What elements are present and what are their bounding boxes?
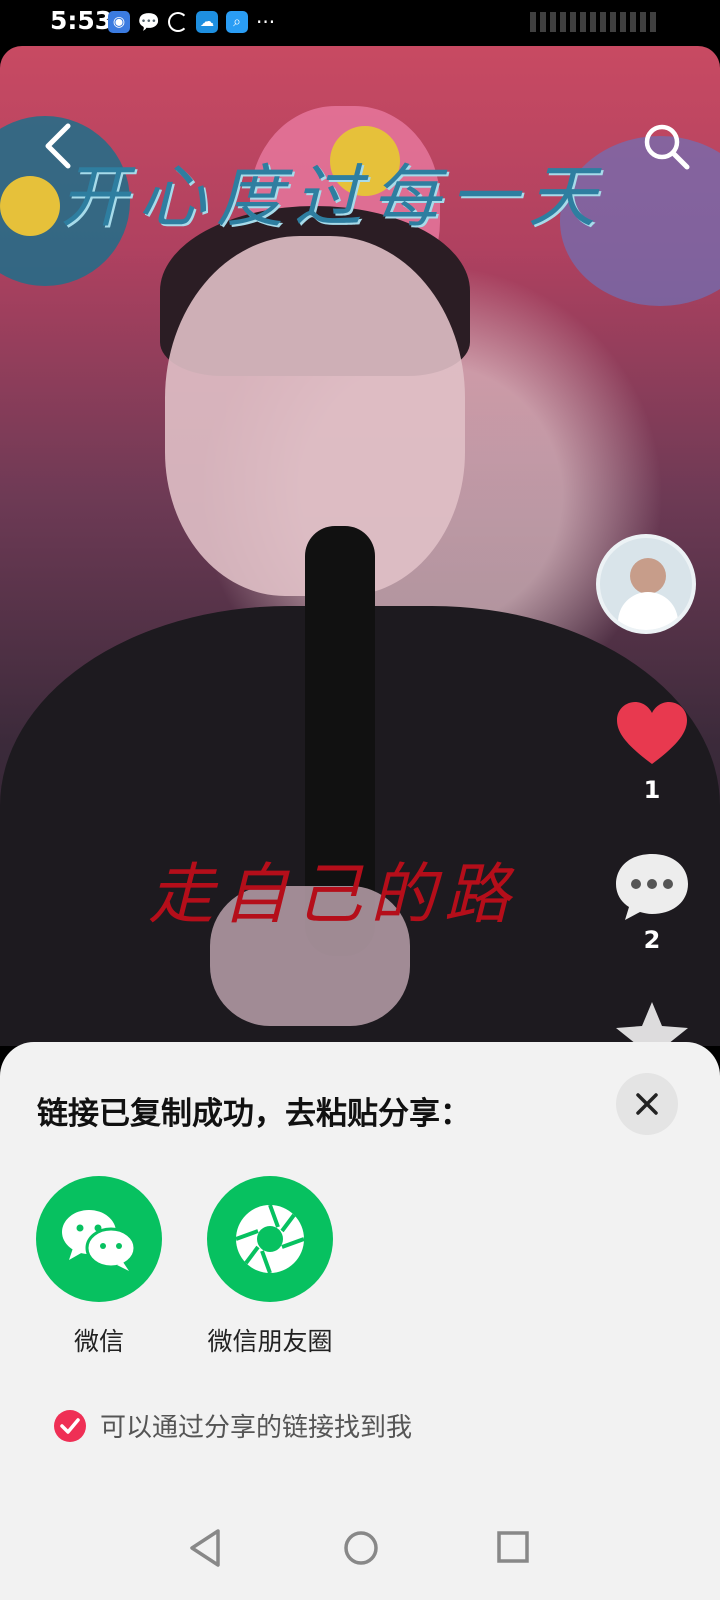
more-notifications: ··· <box>256 10 276 34</box>
wechat-button[interactable] <box>36 1176 162 1302</box>
system-nav-bar <box>0 1500 720 1600</box>
search-app-icon: ⌕ <box>226 11 248 33</box>
share-option-moments[interactable]: 微信朋友圈 <box>180 1176 360 1358</box>
avatar-shirt <box>618 592 678 630</box>
avatar-face <box>630 558 666 594</box>
nav-back-icon[interactable] <box>188 1528 222 1568</box>
comment-icon[interactable] <box>612 850 692 922</box>
findable-by-link-checkbox[interactable]: 可以通过分享的链接找到我 <box>54 1407 412 1444</box>
decoration-flower-center <box>0 176 60 236</box>
status-bar: 5:53 ◉ 💬 ☁ ⌕ ··· <box>0 0 720 46</box>
checkmark-icon[interactable] <box>54 1409 86 1442</box>
wechat-icon <box>62 1210 137 1271</box>
share-option-label: 微信朋友圈 <box>207 1327 333 1356</box>
status-right-icons <box>530 12 660 32</box>
close-button[interactable] <box>616 1073 678 1135</box>
video-overlay-caption: 走自己的路 <box>148 856 518 933</box>
search-icon[interactable] <box>642 122 692 172</box>
comment-count: 2 <box>643 926 661 954</box>
checkbox-label: 可以通过分享的链接找到我 <box>100 1413 413 1443</box>
share-option-wechat[interactable]: 微信 <box>9 1176 189 1358</box>
loading-icon <box>168 12 188 32</box>
video-overlay-title: 开心度过每一天 <box>60 158 607 237</box>
nav-recents-icon[interactable] <box>496 1530 530 1564</box>
moments-icon <box>235 1204 305 1274</box>
back-icon[interactable] <box>38 121 78 171</box>
browser-icon: ◉ <box>108 11 130 33</box>
moments-button[interactable] <box>207 1176 333 1302</box>
nav-home-icon[interactable] <box>343 1530 379 1566</box>
weather-icon: ☁ <box>196 11 218 33</box>
wechat-status-icon: 💬 <box>137 11 161 33</box>
like-heart-icon[interactable] <box>615 700 689 766</box>
share-sheet-title: 链接已复制成功，去粘贴分享： <box>37 1096 471 1132</box>
author-avatar[interactable] <box>596 534 696 634</box>
status-time: 5:53 <box>50 6 113 35</box>
share-option-label: 微信 <box>73 1327 124 1356</box>
like-count: 1 <box>643 776 661 804</box>
status-icons: ◉ 💬 ☁ ⌕ ··· <box>108 10 275 34</box>
close-icon <box>636 1093 658 1115</box>
